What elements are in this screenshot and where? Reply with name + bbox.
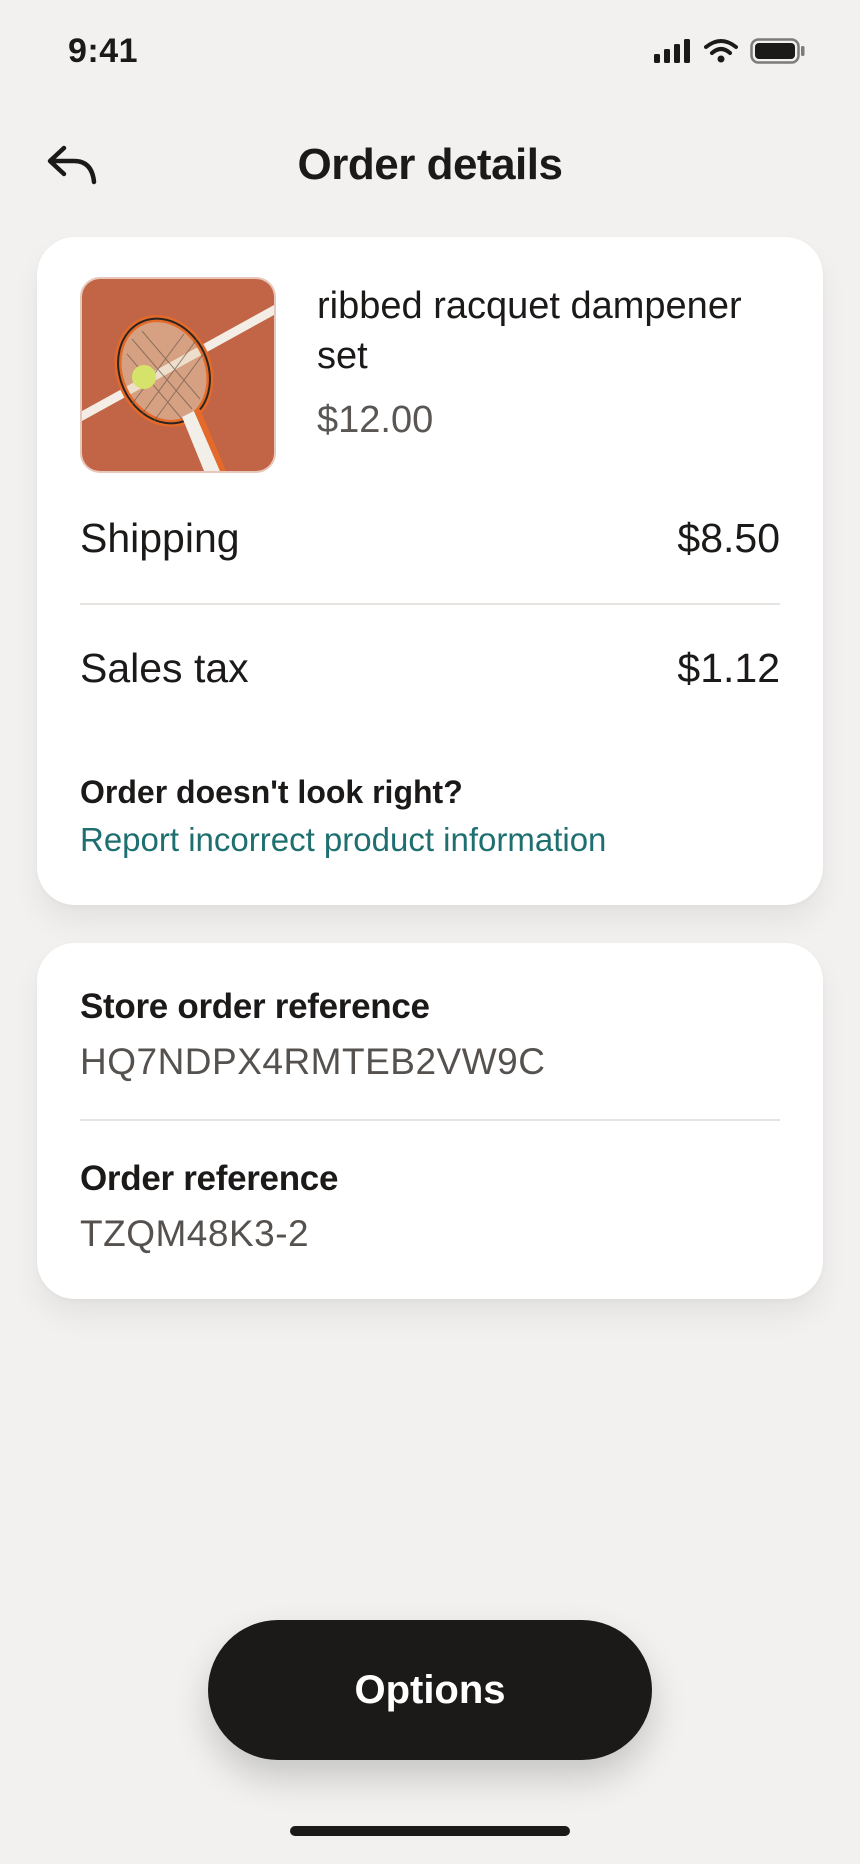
cellular-signal-icon xyxy=(654,39,692,68)
order-reference-label: Order reference xyxy=(80,1159,339,1198)
order-reference-value: TZQM48K3-2 xyxy=(80,1213,310,1254)
status-time: 9:41 xyxy=(68,32,139,70)
status-bar: 9:41 xyxy=(0,0,860,110)
product-price: $12.00 xyxy=(317,399,434,441)
divider xyxy=(80,603,780,605)
store-order-reference-value: HQ7NDPX4RMTEB2VW9C xyxy=(80,1041,546,1082)
options-button[interactable]: Options xyxy=(208,1620,652,1760)
order-summary-card: ribbed racquet dampener set $12.00 Shipp… xyxy=(37,237,823,905)
sales-tax-row: Sales tax $1.12 xyxy=(80,645,780,692)
shipping-value: $8.50 xyxy=(677,515,780,561)
status-icons xyxy=(654,38,806,69)
help-heading: Order doesn't look right? xyxy=(80,774,463,810)
order-references-card: Store order reference HQ7NDPX4RMTEB2VW9C… xyxy=(37,943,823,1299)
product-image[interactable] xyxy=(80,277,276,473)
sales-tax-value: $1.12 xyxy=(677,645,780,691)
shipping-row: Shipping $8.50 xyxy=(80,515,780,562)
product-name: ribbed racquet dampener set xyxy=(317,285,742,377)
sales-tax-label: Sales tax xyxy=(80,645,249,691)
divider xyxy=(80,1119,780,1121)
wifi-icon xyxy=(704,38,738,69)
shipping-label: Shipping xyxy=(80,515,240,561)
home-indicator xyxy=(290,1826,570,1836)
battery-icon xyxy=(750,38,806,69)
header: Order details xyxy=(0,120,860,210)
page-title: Order details xyxy=(297,140,563,189)
report-incorrect-info-link[interactable]: Report incorrect product information xyxy=(80,821,606,859)
tennis-racquet-image xyxy=(82,279,274,471)
store-order-reference-label: Store order reference xyxy=(80,987,430,1026)
